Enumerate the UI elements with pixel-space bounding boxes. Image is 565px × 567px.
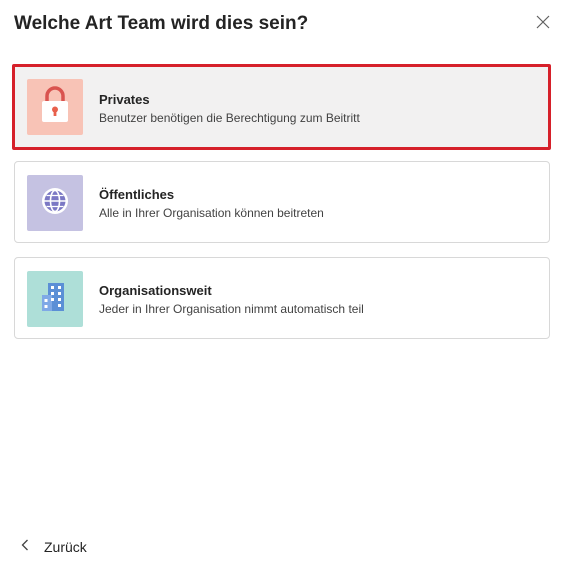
close-button[interactable] [535, 14, 551, 30]
chevron-left-icon [20, 538, 30, 555]
option-private-description: Benutzer benötigen die Berechtigung zum … [99, 111, 360, 125]
option-public[interactable]: Öffentliches Alle in Ihrer Organisation … [14, 161, 550, 243]
dialog-title: Welche Art Team wird dies sein? [14, 13, 309, 34]
back-button-label: Zurück [44, 538, 87, 555]
close-icon [535, 14, 551, 30]
option-org-wide-tile [27, 271, 83, 327]
building-icon [38, 280, 72, 319]
option-org-wide-name: Organisationsweit [99, 283, 212, 298]
option-org-wide-description: Jeder in Ihrer Organisation nimmt automa… [99, 302, 364, 316]
option-public-description: Alle in Ihrer Organisation können beitre… [99, 206, 324, 220]
globe-icon [39, 185, 71, 222]
back-button[interactable]: Zurück [20, 538, 87, 555]
lock-icon [39, 85, 71, 129]
option-private-name: Privates [99, 92, 150, 107]
option-private-tile [27, 79, 83, 135]
team-type-dialog: Welche Art Team wird dies sein? Privates… [0, 0, 565, 567]
option-org-wide[interactable]: Organisationsweit Jeder in Ihrer Organis… [14, 257, 550, 339]
option-public-tile [27, 175, 83, 231]
option-public-name: Öffentliches [99, 187, 175, 202]
option-private[interactable]: Privates Benutzer benötigen die Berechti… [12, 64, 551, 150]
